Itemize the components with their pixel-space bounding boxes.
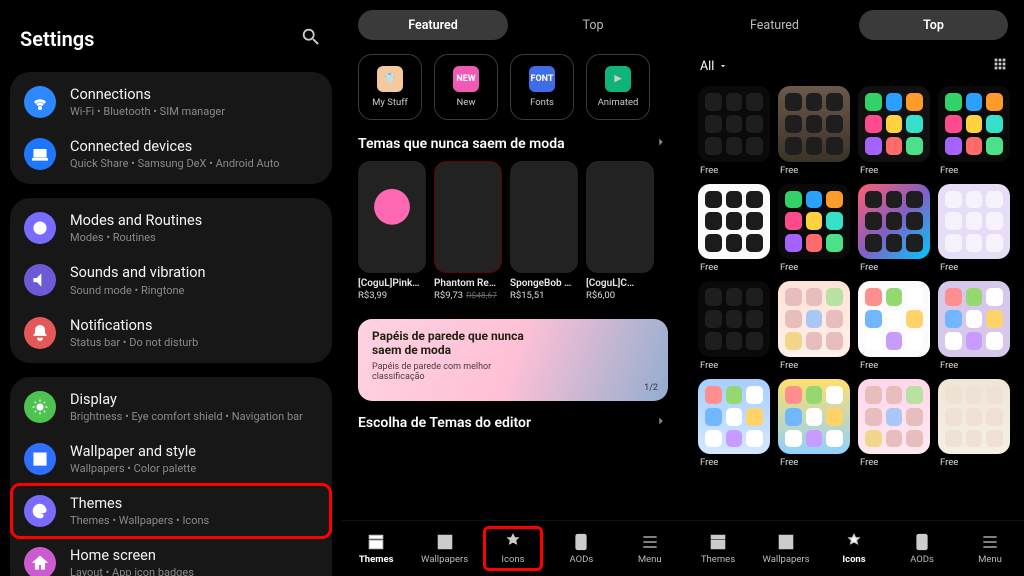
- nav-icons[interactable]: Icons: [826, 528, 882, 569]
- icon-pack[interactable]: Free: [858, 184, 930, 274]
- sound-icon: [24, 264, 56, 296]
- banner-title: Papéis de parede que nunca saem de moda: [372, 329, 552, 358]
- category-animated[interactable]: ▶Animated: [586, 54, 650, 120]
- icon-pack[interactable]: Free: [698, 86, 770, 176]
- settings-item-sounds[interactable]: Sounds and vibrationSound mode • Rington…: [10, 254, 332, 306]
- icon-pack[interactable]: Free: [778, 379, 850, 469]
- icon-pack[interactable]: Free: [858, 379, 930, 469]
- nav-themes[interactable]: Themes: [348, 528, 404, 569]
- nav-menu[interactable]: Menu: [962, 528, 1018, 569]
- settings-item-connections[interactable]: ConnectionsWi-Fi • Bluetooth • SIM manag…: [10, 76, 332, 128]
- section-title: Temas que nunca saem de moda: [358, 136, 565, 152]
- promo-banner[interactable]: Papéis de parede que nunca saem de moda …: [358, 319, 668, 401]
- icon-pack[interactable]: Free: [938, 281, 1010, 371]
- icon-pack[interactable]: Free: [858, 281, 930, 371]
- nav-menu[interactable]: Menu: [622, 528, 678, 569]
- tab-top[interactable]: Top: [859, 10, 1008, 40]
- icon-pack[interactable]: Free: [698, 379, 770, 469]
- bell-icon: [24, 317, 56, 349]
- settings-item-display[interactable]: DisplayBrightness • Eye comfort shield •…: [10, 381, 332, 433]
- wifi-icon: [24, 86, 56, 118]
- theme-card[interactable]: [CoguL]Pink…R$3,99: [358, 161, 426, 301]
- home-icon: [24, 547, 56, 576]
- settings-item-connected[interactable]: Connected devicesQuick Share • Samsung D…: [10, 128, 332, 180]
- settings-item-themes[interactable]: ThemesThemes • Wallpapers • Icons: [10, 485, 332, 537]
- nav-icons[interactable]: Icons: [485, 528, 541, 569]
- icons-store-panel: Featured Top All FreeFreeFreeFreeFreeFre…: [684, 0, 1024, 576]
- tab-featured[interactable]: Featured: [700, 10, 849, 40]
- bottom-nav: Themes Wallpapers Icons AODs Menu: [684, 520, 1024, 576]
- icon-pack[interactable]: Free: [778, 184, 850, 274]
- search-icon[interactable]: [300, 26, 322, 52]
- grid-view-icon[interactable]: [992, 56, 1008, 76]
- tab-featured[interactable]: Featured: [358, 10, 508, 40]
- store-tabs: Featured Top: [342, 0, 684, 50]
- theme-card[interactable]: [CoguL]C…R$6,00: [586, 161, 654, 301]
- theme-card[interactable]: SpongeBob …R$15,51: [510, 161, 578, 301]
- icon-pack[interactable]: Free: [778, 86, 850, 176]
- icon-pack[interactable]: Free: [778, 281, 850, 371]
- chevron-right-icon[interactable]: [654, 134, 668, 153]
- chevron-right-icon[interactable]: [654, 413, 668, 432]
- nav-themes[interactable]: Themes: [690, 528, 746, 569]
- settings-panel: Settings ConnectionsWi-Fi • Bluetooth • …: [0, 0, 342, 576]
- themes-scroll[interactable]: [CoguL]Pink…R$3,99Phantom Re…R$9,73R$48,…: [342, 161, 684, 307]
- chevron-down-icon: [718, 61, 728, 71]
- settings-item-home[interactable]: Home screenLayout • App icon badges: [10, 537, 332, 576]
- icon-pack[interactable]: Free: [938, 379, 1010, 469]
- palette-icon: [24, 495, 56, 527]
- icon-pack-grid: FreeFreeFreeFreeFreeFreeFreeFreeFreeFree…: [684, 82, 1024, 472]
- banner-subtitle: Papéis de parede com melhor classificaçã…: [372, 362, 542, 382]
- category-fonts[interactable]: FONTFonts: [510, 54, 574, 120]
- devices-icon: [24, 138, 56, 170]
- store-tabs: Featured Top: [684, 0, 1024, 50]
- modes-icon: [24, 212, 56, 244]
- nav-wallpapers[interactable]: Wallpapers: [758, 528, 814, 569]
- section-title: Escolha de Temas do editor: [358, 415, 531, 431]
- settings-item-notif[interactable]: NotificationsStatus bar • Do not disturb: [10, 307, 332, 359]
- themes-store-panel: Featured Top 👕My StuffNEWNewFONTFonts▶An…: [342, 0, 684, 576]
- highlight-box: [483, 526, 543, 571]
- icon-pack[interactable]: Free: [698, 281, 770, 371]
- settings-item-modes[interactable]: Modes and RoutinesModes • Routines: [10, 202, 332, 254]
- tab-top[interactable]: Top: [518, 10, 668, 40]
- icon-pack[interactable]: Free: [858, 86, 930, 176]
- nav-wallpapers[interactable]: Wallpapers: [417, 528, 473, 569]
- banner-pager: 1/2: [644, 383, 658, 393]
- bottom-nav: Themes Wallpapers Icons AODs Menu: [342, 520, 684, 576]
- theme-card[interactable]: Phantom Re…R$9,73R$48,67: [434, 161, 502, 301]
- category-my-stuff[interactable]: 👕My Stuff: [358, 54, 422, 120]
- nav-aods[interactable]: AODs: [553, 528, 609, 569]
- page-title: Settings: [20, 27, 94, 51]
- icon-pack[interactable]: Free: [698, 184, 770, 274]
- image-icon: [24, 443, 56, 475]
- sun-icon: [24, 391, 56, 423]
- category-new[interactable]: NEWNew: [434, 54, 498, 120]
- icon-pack[interactable]: Free: [938, 184, 1010, 274]
- icon-pack[interactable]: Free: [938, 86, 1010, 176]
- nav-aods[interactable]: AODs: [894, 528, 950, 569]
- settings-item-wallpaper[interactable]: Wallpaper and styleWallpapers • Color pa…: [10, 433, 332, 485]
- category-row: 👕My StuffNEWNewFONTFonts▶Animated: [342, 50, 684, 134]
- filter-dropdown[interactable]: All: [700, 59, 728, 74]
